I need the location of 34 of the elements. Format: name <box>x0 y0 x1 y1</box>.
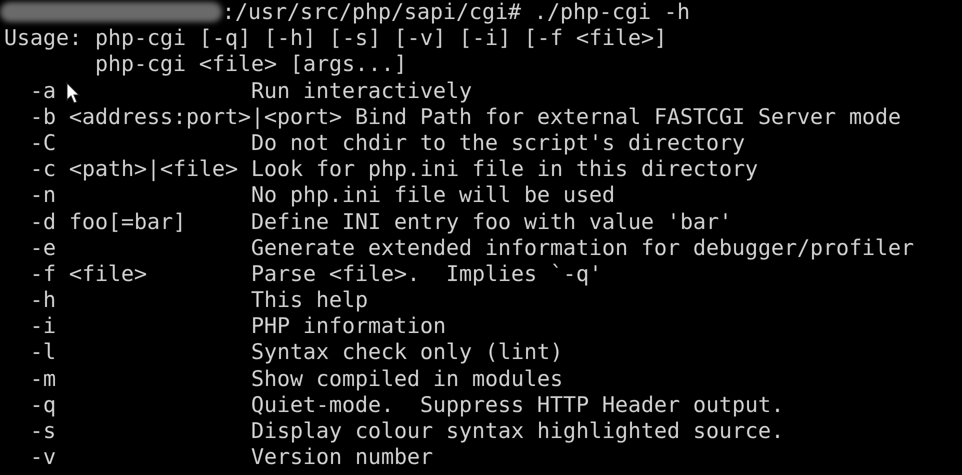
option-description: Generate extended information for debugger/profiler <box>251 236 914 262</box>
option-name: -a <box>30 78 56 104</box>
option-description: Quiet-mode. Suppress HTTP Header output. <box>251 392 784 419</box>
option-description: Syntax check only (lint) <box>251 340 564 367</box>
option-description: Show compiled in modules <box>251 366 564 393</box>
option-name: -f <file> <box>30 262 148 287</box>
usage-line: php-cgi <file> [args...] <box>94 52 408 79</box>
option-description: Look for php.ini file in this directory <box>251 157 758 184</box>
option-description: Version number <box>251 445 434 472</box>
option-name: -C <box>30 130 56 156</box>
usage-line: Usage: php-cgi [-q] [-h] [-s] [-v] [-i] [-f <file>] <box>4 26 668 52</box>
option-name: -q <box>30 392 56 418</box>
option-description: Run interactively <box>251 78 472 105</box>
mouse-pointer-icon <box>66 82 80 104</box>
option-name: -v <box>30 445 56 470</box>
option-description: Parse <file>. Implies `-q' <box>251 262 602 288</box>
option-description: Bind Path for external FASTCGI Server mode <box>355 104 902 131</box>
option-description: Define INI entry foo with value 'bar' <box>251 210 732 236</box>
option-description: This help <box>251 288 368 314</box>
option-name: -i <box>30 314 56 340</box>
option-name: -l <box>30 340 56 366</box>
option-name: -d foo[=bar] <box>30 210 186 234</box>
option-name: -e <box>30 236 56 261</box>
option-description: PHP information <box>251 314 446 340</box>
option-name: -n <box>30 183 56 208</box>
prompt-command: :/usr/src/php/sapi/cgi# ./php-cgi -h <box>222 0 690 26</box>
option-description: Do not chdir to the script's directory <box>251 130 746 158</box>
option-name: -s <box>30 419 56 444</box>
option-description: No php.ini file will be used <box>251 183 616 210</box>
option-name: -b <address:port>|<port> <box>30 104 342 130</box>
option-name: -h <box>30 288 56 314</box>
option-description: Display colour syntax highlighted source. <box>251 419 784 446</box>
option-name: -m <box>30 366 56 392</box>
option-name: -c <path>|<file> <box>30 157 238 182</box>
